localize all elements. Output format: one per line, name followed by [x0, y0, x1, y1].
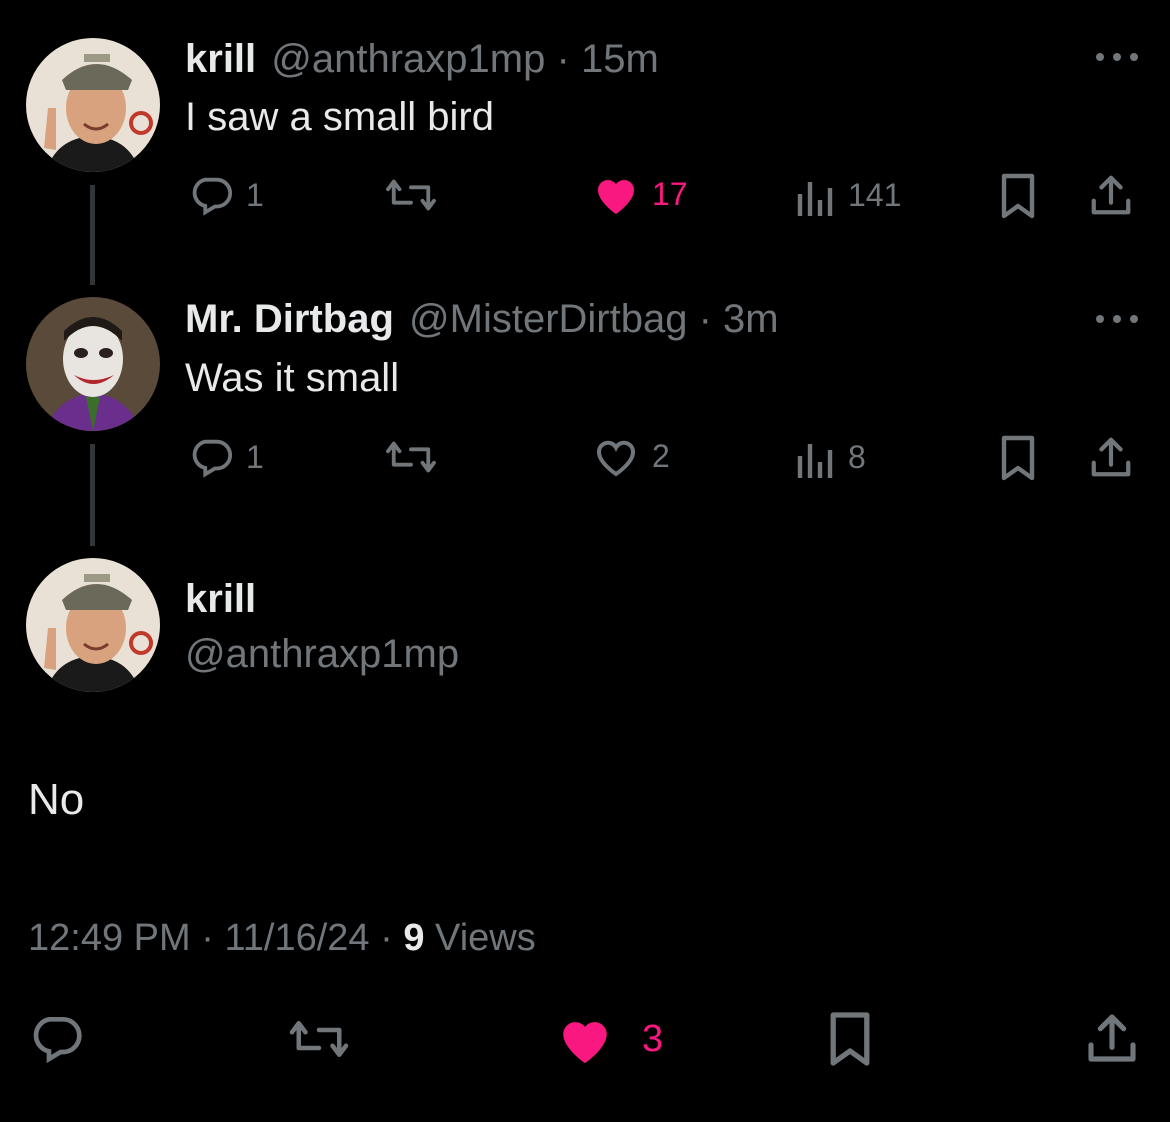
views-button[interactable]: 141	[796, 174, 901, 216]
views-count: 141	[848, 176, 902, 213]
author-handle[interactable]: @anthraxp1mp	[271, 37, 545, 81]
retweet-button[interactable]	[384, 172, 438, 218]
share-icon	[1084, 1010, 1140, 1066]
heart-icon	[592, 172, 640, 216]
like-count: 3	[642, 1017, 664, 1060]
share-icon	[1088, 434, 1134, 480]
reply-count: 1	[246, 438, 264, 475]
retweet-icon	[286, 1012, 352, 1066]
author-handle[interactable]: @anthraxp1mp	[185, 630, 459, 678]
avatar-krill[interactable]	[26, 558, 160, 692]
views-label: Views	[435, 917, 536, 959]
share-button[interactable]	[1088, 434, 1134, 480]
author-handle[interactable]: @MisterDirtbag	[409, 297, 687, 341]
reply-button[interactable]: 1	[188, 434, 264, 480]
views-count[interactable]: 9	[403, 917, 424, 959]
bookmark-icon	[826, 1010, 874, 1068]
share-button[interactable]	[1088, 172, 1134, 218]
avatar-krill[interactable]	[26, 38, 160, 172]
tweet-date[interactable]: 11/16/24	[224, 917, 369, 959]
like-count: 2	[652, 437, 670, 474]
reply-button[interactable]: 1	[188, 172, 264, 218]
like-count: 17	[652, 175, 688, 212]
like-button[interactable]: 3	[556, 1012, 663, 1066]
views-count: 8	[848, 438, 866, 475]
views-button[interactable]: 8	[796, 436, 866, 478]
author-name[interactable]: krill	[185, 37, 256, 81]
main-tweet-text: No	[28, 775, 85, 824]
retweet-icon	[384, 172, 438, 218]
like-button[interactable]: 17	[592, 172, 688, 216]
retweet-button[interactable]	[286, 1012, 352, 1066]
tweet2-text: Was it small	[185, 356, 400, 400]
separator-dot: ·	[380, 917, 393, 959]
views-icon	[796, 174, 836, 216]
reply-icon	[188, 434, 234, 480]
views-icon	[796, 436, 836, 478]
reply-button[interactable]	[28, 1010, 84, 1066]
share-button[interactable]	[1084, 1010, 1140, 1066]
bookmark-button[interactable]	[826, 1010, 874, 1068]
thread-line	[90, 185, 95, 285]
more-icon[interactable]	[1094, 50, 1140, 68]
bookmark-button[interactable]	[998, 172, 1038, 220]
bookmark-icon	[998, 434, 1038, 482]
author-name[interactable]: krill	[185, 575, 256, 623]
tweet1-text: I saw a small bird	[185, 95, 494, 139]
retweet-button[interactable]	[384, 434, 438, 480]
tweet-timestamp[interactable]: 12:49 PM	[28, 917, 191, 959]
more-icon[interactable]	[1094, 312, 1140, 330]
retweet-icon	[384, 434, 438, 480]
tweet2-header: Mr. Dirtbag @MisterDirtbag · 3m	[185, 295, 779, 343]
tweet-time[interactable]: 3m	[723, 297, 779, 341]
separator-dot: ·	[201, 917, 214, 959]
tweet1-header: krill @anthraxp1mp · 15m	[185, 35, 659, 83]
separator-dot: ·	[556, 37, 570, 81]
bookmark-button[interactable]	[998, 434, 1038, 482]
tweet-time[interactable]: 15m	[581, 37, 659, 81]
avatar-mr-dirtbag[interactable]	[26, 297, 160, 431]
reply-icon	[188, 172, 234, 218]
author-name[interactable]: Mr. Dirtbag	[185, 297, 394, 341]
share-icon	[1088, 172, 1134, 218]
bookmark-icon	[998, 172, 1038, 220]
heart-icon	[592, 434, 640, 478]
reply-count: 1	[246, 176, 264, 213]
tweet-metadata: 12:49 PM · 11/16/24 · 9 Views	[28, 915, 536, 961]
like-button[interactable]: 2	[592, 434, 670, 478]
heart-icon	[556, 1012, 614, 1066]
reply-icon	[28, 1010, 84, 1066]
thread-line	[90, 444, 95, 546]
separator-dot: ·	[698, 297, 712, 341]
